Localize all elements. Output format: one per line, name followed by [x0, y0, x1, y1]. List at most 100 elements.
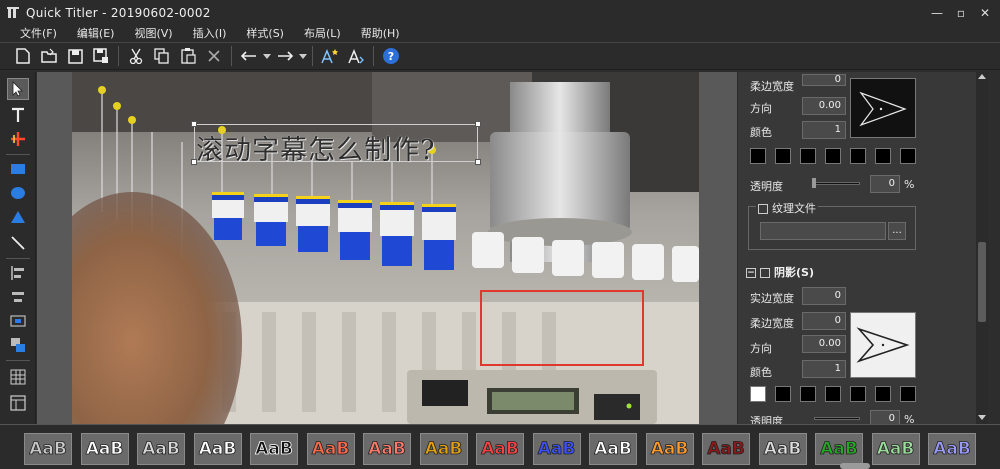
- style-preset-8[interactable]: AaB: [419, 433, 468, 465]
- menu-view[interactable]: 视图(V): [124, 26, 182, 42]
- align-distribute-icon[interactable]: [7, 262, 29, 284]
- help-icon[interactable]: ?: [380, 45, 402, 67]
- text-effect-icon[interactable]: [319, 45, 341, 67]
- texture-checkbox-label[interactable]: 纹理文件: [756, 200, 818, 216]
- text-tool-icon[interactable]: [7, 104, 29, 126]
- cut-icon[interactable]: [125, 45, 147, 67]
- menu-style[interactable]: 样式(S): [236, 26, 294, 42]
- shadow-color-swatch[interactable]: [750, 386, 766, 402]
- color-input[interactable]: 1: [802, 121, 846, 139]
- menu-insert[interactable]: 插入(I): [183, 26, 237, 42]
- menu-layout[interactable]: 布局(L): [294, 26, 351, 42]
- gallery-scroll-handle[interactable]: [840, 463, 870, 469]
- color-swatch[interactable]: [825, 148, 841, 164]
- shadow-color-swatch[interactable]: [900, 386, 916, 402]
- line-tool-icon[interactable]: [7, 232, 29, 254]
- scrollbar-thumb[interactable]: [978, 242, 986, 322]
- style-preset-11[interactable]: AaB: [589, 433, 637, 465]
- copy-icon[interactable]: [151, 45, 173, 67]
- shadow-opacity-label: 透明度: [750, 415, 783, 424]
- shadow-opacity-input[interactable]: 0: [870, 410, 900, 424]
- style-preset-2[interactable]: AaB: [80, 433, 129, 465]
- style-preset-15[interactable]: AaB: [815, 433, 863, 465]
- style-preset-label: AaB: [594, 439, 632, 460]
- panel-scrollbar[interactable]: [976, 72, 988, 424]
- shadow-color-swatch[interactable]: [850, 386, 866, 402]
- undo-icon[interactable]: [238, 45, 260, 67]
- subtitle-text-object[interactable]: 滚动字幕怎么制作?: [196, 128, 435, 167]
- shadow-color-swatch[interactable]: [800, 386, 816, 402]
- direction-input[interactable]: 0.00: [802, 97, 846, 115]
- shadow-color-input[interactable]: 1: [802, 360, 846, 378]
- texture-browse-button[interactable]: ...: [888, 222, 906, 240]
- rectangle-tool-icon[interactable]: [7, 158, 29, 180]
- style-preset-16[interactable]: AaB: [871, 433, 920, 465]
- paste-icon[interactable]: [177, 45, 199, 67]
- triangle-tool-icon[interactable]: [7, 206, 29, 228]
- save-icon[interactable]: [64, 45, 86, 67]
- position-cross-icon[interactable]: [7, 128, 29, 150]
- center-on-screen-icon[interactable]: [7, 310, 29, 332]
- style-preset-17[interactable]: AaB: [928, 433, 976, 465]
- close-button[interactable]: ✕: [976, 4, 994, 22]
- style-preset-10[interactable]: AaB: [532, 433, 581, 465]
- restore-button[interactable]: ▫: [952, 4, 970, 22]
- menu-file[interactable]: 文件(F): [10, 26, 67, 42]
- style-preset-1[interactable]: AaB: [24, 433, 72, 465]
- style-preset-13[interactable]: AaB: [702, 433, 750, 465]
- opacity-input[interactable]: 0: [870, 175, 900, 193]
- open-file-icon[interactable]: [38, 45, 60, 67]
- color-swatch[interactable]: [900, 148, 916, 164]
- style-preset-9[interactable]: AaB: [476, 433, 524, 465]
- menu-edit[interactable]: 编辑(E): [67, 26, 125, 42]
- table-icon[interactable]: [7, 392, 29, 414]
- soft-edge-input[interactable]: 0: [802, 74, 846, 86]
- shadow-opacity-slider[interactable]: [814, 417, 860, 420]
- layer-order-icon[interactable]: [7, 334, 29, 356]
- minimize-button[interactable]: —: [928, 4, 946, 22]
- shadow-solid-edge-input[interactable]: 0: [802, 287, 846, 305]
- shadow-section-header[interactable]: − 阴影(S): [746, 264, 814, 280]
- redo-dropdown-icon[interactable]: [298, 45, 308, 67]
- select-arrow-icon[interactable]: [7, 78, 29, 100]
- color-swatch[interactable]: [800, 148, 816, 164]
- save-as-icon[interactable]: [90, 45, 112, 67]
- text-style-icon[interactable]: [345, 45, 367, 67]
- new-file-icon[interactable]: [12, 45, 34, 67]
- color-swatch[interactable]: [750, 148, 766, 164]
- align-center-icon[interactable]: [7, 286, 29, 308]
- grid-icon[interactable]: [7, 366, 29, 388]
- color-swatch[interactable]: [775, 148, 791, 164]
- redo-icon[interactable]: [274, 45, 296, 67]
- style-preset-6[interactable]: AaB: [306, 433, 355, 465]
- resize-handle[interactable]: [475, 121, 481, 127]
- color-swatch[interactable]: [875, 148, 891, 164]
- style-preset-5[interactable]: AaB: [250, 433, 298, 465]
- collapse-icon[interactable]: −: [746, 268, 756, 278]
- opacity-slider-thumb[interactable]: [812, 178, 816, 188]
- title-canvas[interactable]: 滚动字幕怎么制作?: [37, 72, 737, 424]
- texture-checkbox[interactable]: [758, 204, 768, 214]
- ellipse-tool-icon[interactable]: [7, 182, 29, 204]
- menu-help[interactable]: 帮助(H): [351, 26, 410, 42]
- undo-dropdown-icon[interactable]: [262, 45, 272, 67]
- shadow-soft-edge-input[interactable]: 0: [802, 312, 846, 330]
- style-preset-7[interactable]: AaB: [363, 433, 411, 465]
- shadow-direction-input[interactable]: 0.00: [802, 335, 846, 353]
- texture-file-input[interactable]: [760, 222, 886, 240]
- shadow-checkbox[interactable]: [760, 268, 770, 278]
- resize-handle[interactable]: [191, 121, 197, 127]
- style-preset-4[interactable]: AaB: [193, 433, 242, 465]
- scroll-down-icon[interactable]: [978, 415, 986, 420]
- style-preset-12[interactable]: AaB: [645, 433, 694, 465]
- opacity-slider[interactable]: [814, 182, 860, 185]
- scroll-up-icon[interactable]: [978, 74, 986, 79]
- shadow-color-swatch[interactable]: [825, 386, 841, 402]
- shadow-color-swatch[interactable]: [875, 386, 891, 402]
- style-preset-14[interactable]: AaB: [758, 433, 807, 465]
- color-swatch[interactable]: [850, 148, 866, 164]
- style-preset-3[interactable]: AaB: [137, 433, 185, 465]
- resize-handle[interactable]: [475, 159, 481, 165]
- delete-icon[interactable]: [203, 45, 225, 67]
- shadow-color-swatch[interactable]: [775, 386, 791, 402]
